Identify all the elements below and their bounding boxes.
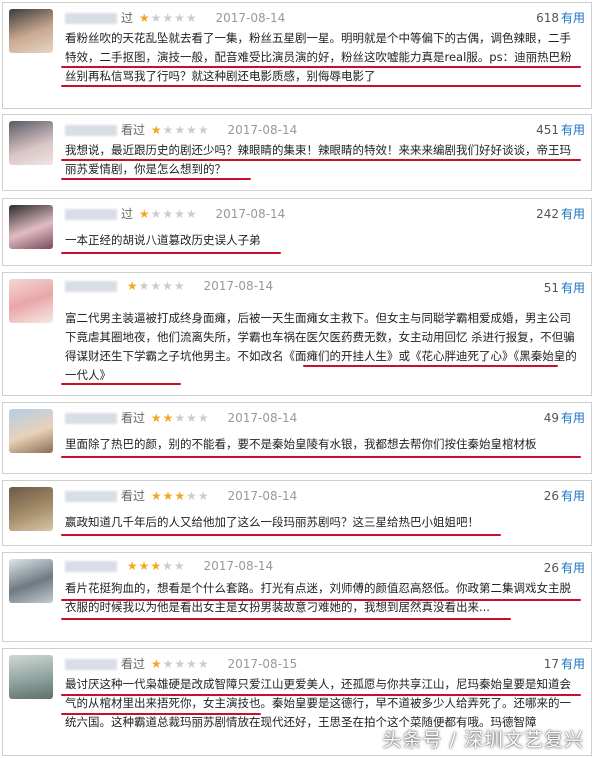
red-underline — [61, 159, 581, 161]
avatar[interactable] — [9, 9, 53, 53]
review-card: 看过 ★★★★★ 2017-08-14 49 有用 里面除了热巴的颜，别的不能看，… — [2, 402, 592, 474]
review-meta: 过 ★★★★★ 2017-08-14 — [65, 205, 285, 223]
username[interactable] — [65, 659, 117, 670]
avatar[interactable] — [9, 205, 53, 249]
review-date: 2017-08-14 — [227, 123, 298, 137]
review-date: 2017-08-14 — [203, 279, 274, 293]
useful-count: 17 — [543, 657, 559, 671]
review-card: 看过 ★★★★★ 2017-08-14 451 有用 我想说，最近跟历史的剧还少吗… — [2, 114, 592, 191]
review-date: 2017-08-14 — [215, 207, 286, 221]
rating-stars: ★★★★★ — [138, 11, 198, 25]
watched-label: 过 — [121, 207, 134, 221]
useful-vote[interactable]: 242 有用 — [536, 205, 585, 222]
red-underline — [61, 534, 501, 536]
avatar[interactable] — [9, 559, 53, 603]
red-underline — [61, 178, 251, 180]
useful-label[interactable]: 有用 — [561, 561, 585, 575]
review-meta: 看过 ★★★★★ 2017-08-14 — [65, 121, 297, 139]
useful-count: 618 — [536, 11, 559, 25]
useful-count: 26 — [543, 561, 559, 575]
red-underline — [61, 599, 581, 601]
useful-vote[interactable]: 17 有用 — [544, 655, 585, 672]
review-meta: ★★★★★ 2017-08-14 — [65, 279, 273, 297]
useful-vote[interactable]: 49 有用 — [544, 409, 585, 426]
red-underline — [61, 713, 261, 715]
rating-stars: ★★★★★ — [126, 279, 186, 293]
useful-label[interactable]: 有用 — [561, 11, 585, 25]
red-underline — [61, 694, 581, 696]
review-text: 里面除了热巴的颜，别的不能看，要不是秦始皇陵有水银，我都想去帮你们按住秦始皇棺材… — [65, 437, 537, 451]
review-meta: ★★★★★ 2017-08-14 — [65, 559, 273, 577]
rating-stars: ★★★★★ — [126, 559, 186, 573]
review-card: ★★★★★ 2017-08-14 51 有用 富二代男主装逼被打成终身面瘫，后被一… — [2, 272, 592, 396]
useful-label[interactable]: 有用 — [561, 123, 585, 137]
watched-label: 看过 — [121, 657, 146, 671]
rating-stars: ★★★★★ — [150, 123, 210, 137]
username[interactable] — [65, 281, 117, 292]
review-card: ★★★★★ 2017-08-14 26 有用 看片花挺狗血的，想看是个什么套路。打… — [2, 552, 592, 642]
review-date: 2017-08-14 — [203, 559, 274, 573]
username[interactable] — [65, 125, 117, 136]
useful-label[interactable]: 有用 — [561, 657, 585, 671]
red-underline — [61, 456, 581, 458]
review-meta: 看过 ★★★★★ 2017-08-14 — [65, 409, 297, 427]
review-meta: 过 ★★★★★ 2017-08-14 — [65, 9, 285, 27]
useful-label[interactable]: 有用 — [561, 411, 585, 425]
useful-label[interactable]: 有用 — [561, 489, 585, 503]
watermark-text: 头条号 / 深圳文艺复兴 — [382, 729, 584, 751]
avatar[interactable] — [9, 487, 53, 531]
review-text: 嬴政知道几千年后的人又给他加了这么一段玛丽苏剧吗？这三星给热巴小姐姐吧！ — [65, 515, 479, 529]
rating-stars: ★★★★★ — [150, 489, 210, 503]
useful-count: 451 — [536, 123, 559, 137]
red-underline — [61, 618, 511, 620]
review-text: 一本正经的胡说八道篡改历史误人子弟 — [65, 233, 261, 247]
rating-stars: ★★★★★ — [150, 657, 210, 671]
red-underline — [61, 66, 581, 68]
review-date: 2017-08-14 — [227, 411, 298, 425]
useful-vote[interactable]: 26 有用 — [544, 487, 585, 504]
avatar[interactable] — [9, 279, 53, 323]
useful-count: 51 — [543, 281, 559, 295]
review-text: 富二代男主装逼被打成终身面瘫，后被一天生面瘫女主救下。但女主与同聪学霸相爱成婚，… — [65, 311, 577, 382]
watched-label: 过 — [121, 11, 134, 25]
red-underline — [61, 252, 281, 254]
review-card: 过 ★★★★★ 2017-08-14 618 有用 看粉丝吹的天花乱坠就去看了一集… — [2, 2, 592, 109]
username[interactable] — [65, 561, 117, 572]
avatar[interactable] — [9, 655, 53, 699]
useful-count: 242 — [536, 207, 559, 221]
review-date: 2017-08-14 — [227, 489, 298, 503]
username[interactable] — [65, 413, 117, 424]
review-date: 2017-08-15 — [227, 657, 298, 671]
watched-label: 看过 — [121, 489, 146, 503]
username[interactable] — [65, 13, 117, 24]
useful-count: 49 — [543, 411, 559, 425]
avatar[interactable] — [9, 409, 53, 453]
username[interactable] — [65, 491, 117, 502]
useful-count: 26 — [543, 489, 559, 503]
red-underline — [61, 383, 181, 385]
useful-vote[interactable]: 451 有用 — [536, 121, 585, 138]
review-card: 过 ★★★★★ 2017-08-14 242 有用 一本正经的胡说八道篡改历史误人… — [2, 198, 592, 266]
review-date: 2017-08-14 — [215, 11, 286, 25]
review-card: 看过 ★★★★★ 2017-08-14 26 有用 嬴政知道几千年后的人又给他加了… — [2, 480, 592, 546]
useful-label[interactable]: 有用 — [561, 281, 585, 295]
red-underline — [61, 85, 581, 87]
watched-label: 看过 — [121, 411, 146, 425]
review-list-screenshot: 过 ★★★★★ 2017-08-14 618 有用 看粉丝吹的天花乱坠就去看了一集… — [0, 0, 594, 758]
avatar[interactable] — [9, 121, 53, 165]
review-text: 看粉丝吹的天花乱坠就去看了一集，粉丝五星剧一星。明明就是个中等偏下的古偶，调色辣… — [65, 31, 572, 83]
useful-label[interactable]: 有用 — [561, 207, 585, 221]
review-meta: 看过 ★★★★★ 2017-08-14 — [65, 487, 297, 505]
review-text: 最讨厌这种一代枭雄硬是改成智障只爱江山更爱美人，还孤愿与你共享江山，尼玛秦始皇要… — [65, 677, 571, 729]
rating-stars: ★★★★★ — [138, 207, 198, 221]
useful-vote[interactable]: 51 有用 — [544, 279, 585, 296]
useful-vote[interactable]: 618 有用 — [536, 9, 585, 26]
rating-stars: ★★★★★ — [150, 411, 210, 425]
red-underline — [303, 365, 558, 367]
watched-label: 看过 — [121, 123, 146, 137]
review-meta: 看过 ★★★★★ 2017-08-15 — [65, 655, 297, 673]
review-text: 看片花挺狗血的，想看是个什么套路。打光有点迷，刘师傅的颜值忍高怒低。你政第二集调… — [65, 581, 571, 614]
username[interactable] — [65, 209, 117, 220]
useful-vote[interactable]: 26 有用 — [544, 559, 585, 576]
